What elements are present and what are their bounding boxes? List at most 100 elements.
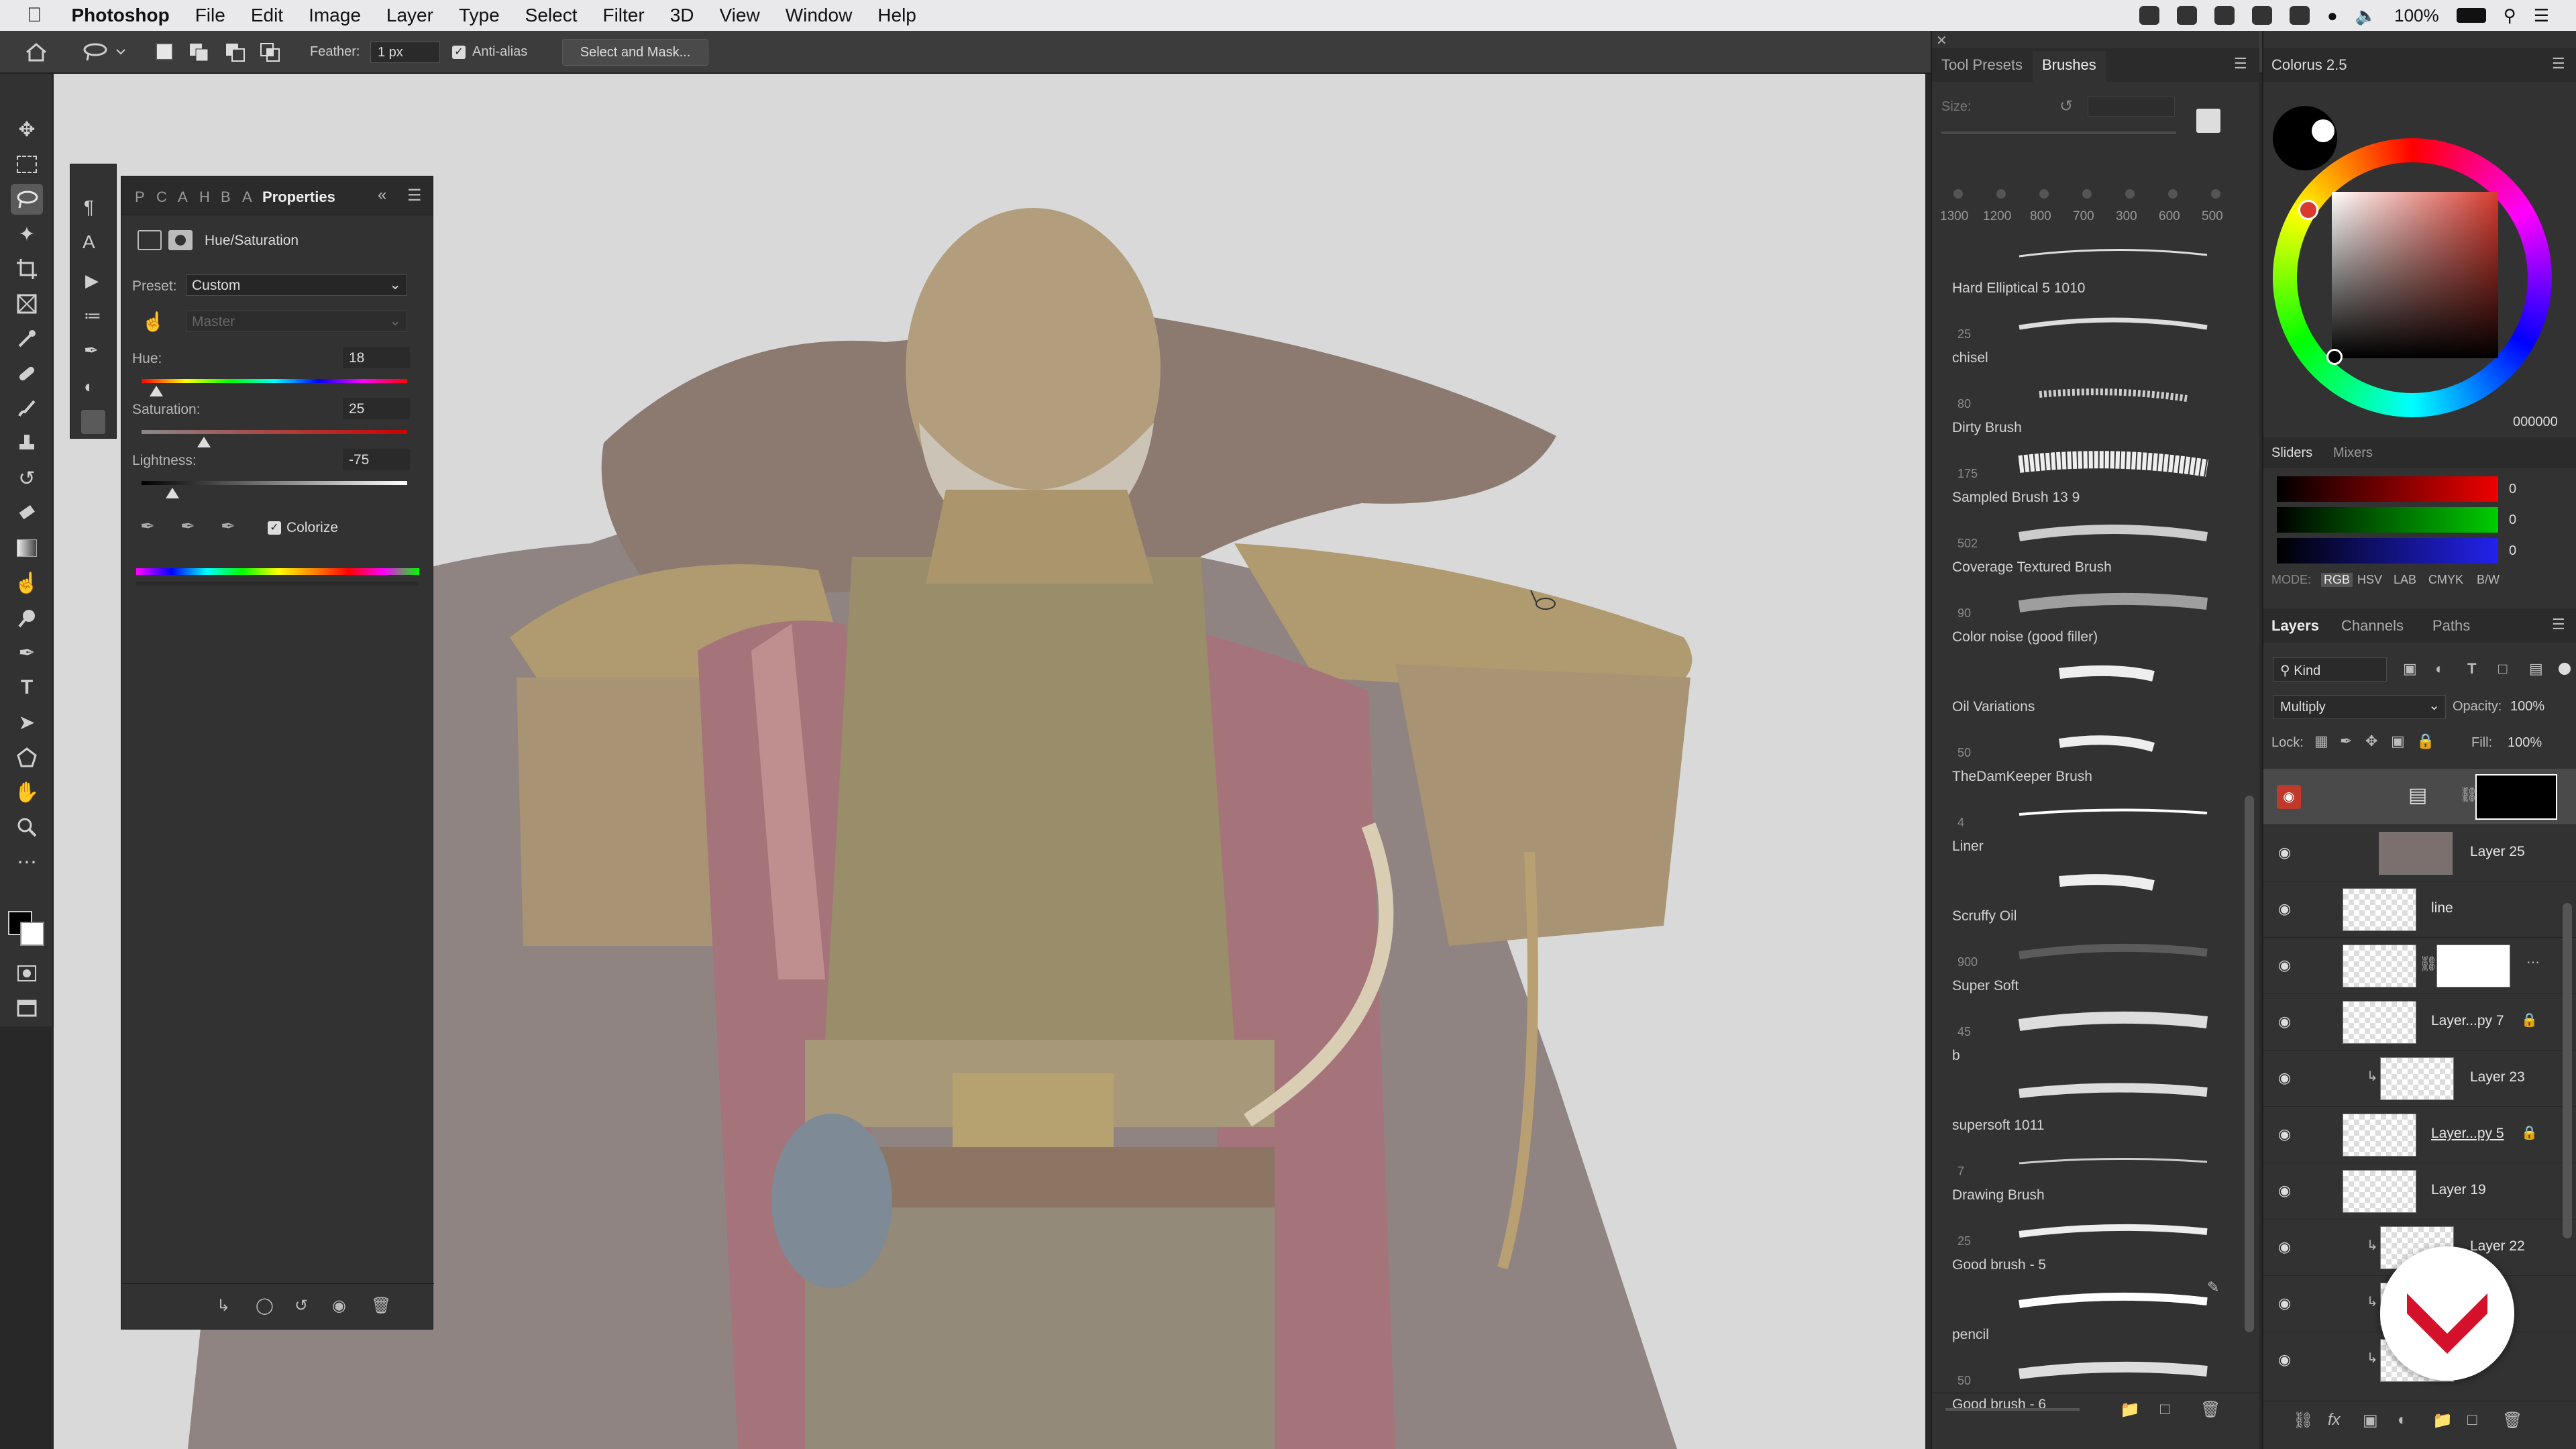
collapse-panel-icon[interactable]: « <box>378 186 386 205</box>
channel-dropdown[interactable]: Master ⌄ <box>186 311 407 332</box>
path-selection-tool-icon[interactable]: ➤ <box>11 707 43 738</box>
filter-smart-icon[interactable]: ▤ <box>2529 660 2543 678</box>
chain-link-icon[interactable]: ⛓ <box>2419 955 2438 973</box>
brush-item[interactable]: 900 Super Soft <box>1952 930 2234 1000</box>
brush-item[interactable]: Scruffy Oil <box>1952 860 2234 930</box>
lasso-preset-icon[interactable] <box>80 42 127 63</box>
mode-rgb[interactable]: RGB <box>2321 573 2353 587</box>
new-selection-icon[interactable] <box>156 43 173 60</box>
feather-input[interactable]: 1 px <box>370 42 440 63</box>
cloud-icon[interactable] <box>2214 6 2235 25</box>
display-icon[interactable] <box>2290 6 2310 25</box>
tab-paths[interactable]: Paths <box>2432 617 2470 635</box>
menu-3d[interactable]: 3D <box>670 5 694 26</box>
view-previous-icon[interactable]: ◯ <box>256 1296 274 1316</box>
preset-dot[interactable] <box>2211 189 2220 199</box>
intersect-selection-icon[interactable] <box>260 43 280 62</box>
add-selection-icon[interactable] <box>189 43 209 62</box>
kind-filter-dropdown[interactable]: ⚲ Kind <box>2273 657 2387 682</box>
eyedropper-tool-icon[interactable] <box>11 323 43 354</box>
menu-select[interactable]: Select <box>525 5 578 26</box>
background-color-disc[interactable] <box>2312 119 2334 142</box>
preset-dot[interactable] <box>1996 189 2006 199</box>
lasso-tool-icon[interactable] <box>11 184 43 215</box>
layer-row[interactable]: ◉ ⛓ ⋯ <box>2263 938 2576 994</box>
crop-tool-icon[interactable] <box>11 254 43 284</box>
filter-toggle[interactable] <box>2559 663 2571 675</box>
reset-size-icon[interactable]: ↺ <box>2059 97 2073 116</box>
add-mask-icon[interactable]: ▣ <box>2363 1411 2378 1430</box>
mode-hsv[interactable]: HSV <box>2357 573 2382 587</box>
dodge-tool-icon[interactable] <box>11 602 43 633</box>
tab-sliders[interactable]: Sliders <box>2271 445 2312 461</box>
pen-tool-icon[interactable]: ✒ <box>11 637 43 668</box>
layer-row[interactable]: ◉ Layer...py 5 🔒 <box>2263 1107 2576 1163</box>
mode-cmyk[interactable]: CMYK <box>2428 573 2463 587</box>
status-icon-1[interactable] <box>2139 6 2160 25</box>
preset-dot[interactable] <box>1953 189 1963 199</box>
volume-icon[interactable]: 🔈 <box>2355 5 2377 26</box>
eye-icon[interactable]: ◉ <box>2277 785 2301 809</box>
brush-item[interactable]: pencil ✎ <box>1952 1279 2234 1348</box>
tab-channels[interactable]: Channels <box>2341 617 2404 635</box>
blue-slider[interactable] <box>2277 538 2498 564</box>
hand-tool-icon[interactable]: ✋ <box>11 777 43 808</box>
tab-p[interactable]: P <box>135 189 145 206</box>
brush-item[interactable]: 50 TheDamKeeper Brush <box>1952 720 2234 790</box>
eye-icon[interactable]: ◉ <box>2278 1182 2298 1201</box>
menu-layer[interactable]: Layer <box>386 5 433 26</box>
layer-row[interactable]: ◉ Layer 25 <box>2263 825 2576 881</box>
panel-menu-icon[interactable]: ☰ <box>2552 616 2565 633</box>
layer-row[interactable]: ◉ Layer 19 <box>2263 1163 2576 1220</box>
menu-filter[interactable]: Filter <box>602 5 644 26</box>
eye-icon[interactable]: ◉ <box>2278 1295 2298 1313</box>
edit-brush-icon[interactable]: ✎ <box>2207 1279 2219 1296</box>
battery-icon[interactable] <box>2456 8 2486 23</box>
lock-position-icon[interactable]: ✥ <box>2365 733 2377 750</box>
home-icon[interactable] <box>24 42 48 63</box>
menu-help[interactable]: Help <box>877 5 916 26</box>
preset-dot[interactable] <box>2125 189 2135 199</box>
tab-tool-presets[interactable]: Tool Presets <box>1941 56 2023 74</box>
brush-item[interactable]: Oil Variations <box>1952 651 2234 720</box>
targeted-adjustment-icon[interactable]: ☝ <box>142 311 165 333</box>
eye-icon[interactable]: ◉ <box>2278 1351 2298 1370</box>
green-slider[interactable] <box>2277 507 2498 533</box>
close-panel-icon[interactable]: ✕ <box>1936 32 1947 49</box>
filter-type-icon[interactable]: T <box>2467 660 2476 678</box>
panel-menu-icon[interactable]: ☰ <box>407 186 422 205</box>
layer-row[interactable]: ◉ line <box>2263 881 2576 938</box>
menu-edit[interactable]: Edit <box>251 5 283 26</box>
hue-slider-handle[interactable] <box>150 386 163 396</box>
brush-item[interactable]: 25 chisel <box>1952 302 2234 372</box>
color-square[interactable] <box>2332 192 2498 358</box>
preview-size-slider[interactable] <box>1945 1408 2080 1411</box>
trash-icon[interactable]: 🗑 <box>2502 1411 2522 1430</box>
hue-selector-handle[interactable] <box>2298 200 2318 220</box>
eye-icon[interactable]: ◉ <box>2278 844 2298 863</box>
tab-properties[interactable]: Properties <box>262 189 335 206</box>
blue-value[interactable]: 0 <box>2509 543 2516 559</box>
layer-row[interactable]: ◉ Layer...py 7 🔒 <box>2263 994 2576 1051</box>
properties-icon[interactable] <box>81 410 105 434</box>
brush-settings-icon[interactable]: ✒ <box>84 340 99 361</box>
color-picker-handle[interactable] <box>2326 349 2343 365</box>
menu-image[interactable]: Image <box>309 5 361 26</box>
lock-pixels-icon[interactable]: ✒ <box>2340 733 2352 750</box>
blend-mode-dropdown[interactable]: Multiply ⌄ <box>2273 695 2446 719</box>
layer-mask-thumbnail[interactable] <box>2436 945 2510 987</box>
filter-shape-icon[interactable]: □ <box>2498 660 2507 678</box>
brush-item[interactable]: supersoft 1011 <box>1952 1069 2234 1139</box>
new-group-icon[interactable]: 📁 <box>2120 1400 2140 1419</box>
brush-item[interactable]: 175 Sampled Brush 13 9 <box>1952 441 2234 511</box>
brush-item[interactable]: 80 Dirty Brush <box>1952 372 2234 441</box>
mask-icon[interactable] <box>168 230 193 250</box>
background-color-swatch[interactable] <box>20 922 44 946</box>
size-input[interactable] <box>2088 97 2175 117</box>
preset-dropdown[interactable]: Custom ⌄ <box>186 274 407 296</box>
layer-row-hue-saturation[interactable]: ◉ ▤ ⛓ <box>2263 769 2576 825</box>
filter-adjustment-icon[interactable]: ◐ <box>2435 660 2444 678</box>
eye-icon[interactable]: ◉ <box>2278 1126 2298 1144</box>
trash-icon[interactable]: 🗑 <box>2200 1400 2220 1419</box>
new-adjustment-icon[interactable]: ◐ <box>2398 1411 2408 1430</box>
